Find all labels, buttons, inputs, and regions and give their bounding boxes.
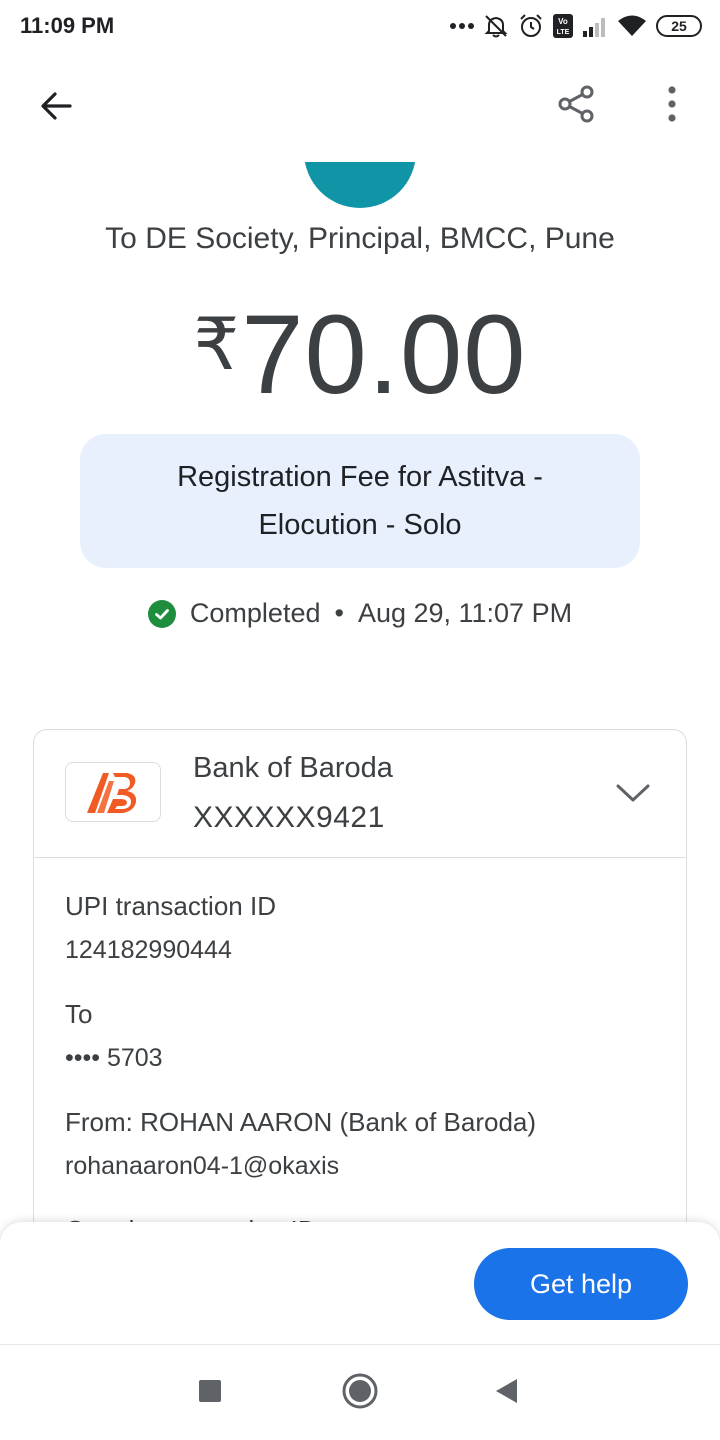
app-bar xyxy=(0,52,720,162)
bottom-action-sheet: Get help xyxy=(0,1222,720,1344)
svg-text:LTE: LTE xyxy=(557,29,570,36)
nav-back-button[interactable] xyxy=(484,1371,528,1415)
bank-name: Bank of Baroda xyxy=(193,752,393,784)
transaction-details-card: Bank of Baroda XXXXXX9421 UPI transactio… xyxy=(33,729,687,1289)
more-notifications-icon xyxy=(450,22,474,30)
expand-account-button[interactable] xyxy=(608,770,658,820)
more-options-button[interactable] xyxy=(646,80,698,132)
upi-transaction-id-value: 124182990444 xyxy=(65,936,232,964)
from-value: rohanaaron04-1@okaxis xyxy=(65,1152,340,1180)
status-icons: Vo LTE 25 xyxy=(450,10,702,42)
status-bar: 11:09 PM Vo LTE 25 xyxy=(0,0,720,52)
system-nav-bar xyxy=(0,1344,720,1440)
signal-icon xyxy=(582,15,608,37)
status-datetime: Aug 29, 11:07 PM xyxy=(357,598,573,628)
payment-note: Registration Fee for Astitva - Elocution… xyxy=(80,434,640,568)
svg-text:Vo: Vo xyxy=(558,17,568,26)
wifi-icon xyxy=(617,14,647,38)
payment-status: Completed • Aug 29, 11:07 PM xyxy=(0,598,720,629)
triangle-back-icon xyxy=(493,1377,519,1410)
payment-amount: ₹70.00 xyxy=(0,290,720,419)
status-separator: • xyxy=(334,598,344,628)
status-text: Completed xyxy=(189,598,321,628)
back-button[interactable] xyxy=(30,82,82,134)
volte-badge: Vo LTE xyxy=(553,14,573,38)
status-time: 11:09 PM xyxy=(20,13,115,38)
home-button[interactable] xyxy=(338,1371,382,1415)
account-header[interactable]: Bank of Baroda XXXXXX9421 xyxy=(34,730,686,858)
share-icon xyxy=(556,84,596,129)
recents-button[interactable] xyxy=(188,1371,232,1415)
more-vert-icon xyxy=(667,85,677,127)
currency-symbol: ₹ xyxy=(193,305,240,385)
square-recents-icon xyxy=(198,1379,222,1408)
payment-note-text: Registration Fee for Astitva - Elocution… xyxy=(177,461,543,541)
bank-logo xyxy=(65,762,161,822)
arrow-back-icon xyxy=(39,89,73,128)
recipient-name: To DE Society, Principal, BMCC, Pune xyxy=(105,222,615,255)
muted-bell-icon xyxy=(483,13,509,39)
to-label: To xyxy=(65,999,93,1029)
amount-value: 70.00 xyxy=(241,292,527,417)
from-label: From: ROHAN AARON (Bank of Baroda) xyxy=(65,1107,537,1137)
to-value: •••• 5703 xyxy=(65,1044,163,1072)
alarm-icon xyxy=(518,13,544,39)
chevron-down-icon xyxy=(616,783,650,808)
circle-home-icon xyxy=(341,1372,379,1415)
battery-indicator: 25 xyxy=(656,15,702,37)
upi-transaction-id-label: UPI transaction ID xyxy=(65,891,276,921)
get-help-button[interactable]: Get help xyxy=(474,1248,688,1320)
check-circle-icon xyxy=(147,599,176,628)
account-number: XXXXXX9421 xyxy=(193,801,385,834)
share-button[interactable] xyxy=(550,80,602,132)
